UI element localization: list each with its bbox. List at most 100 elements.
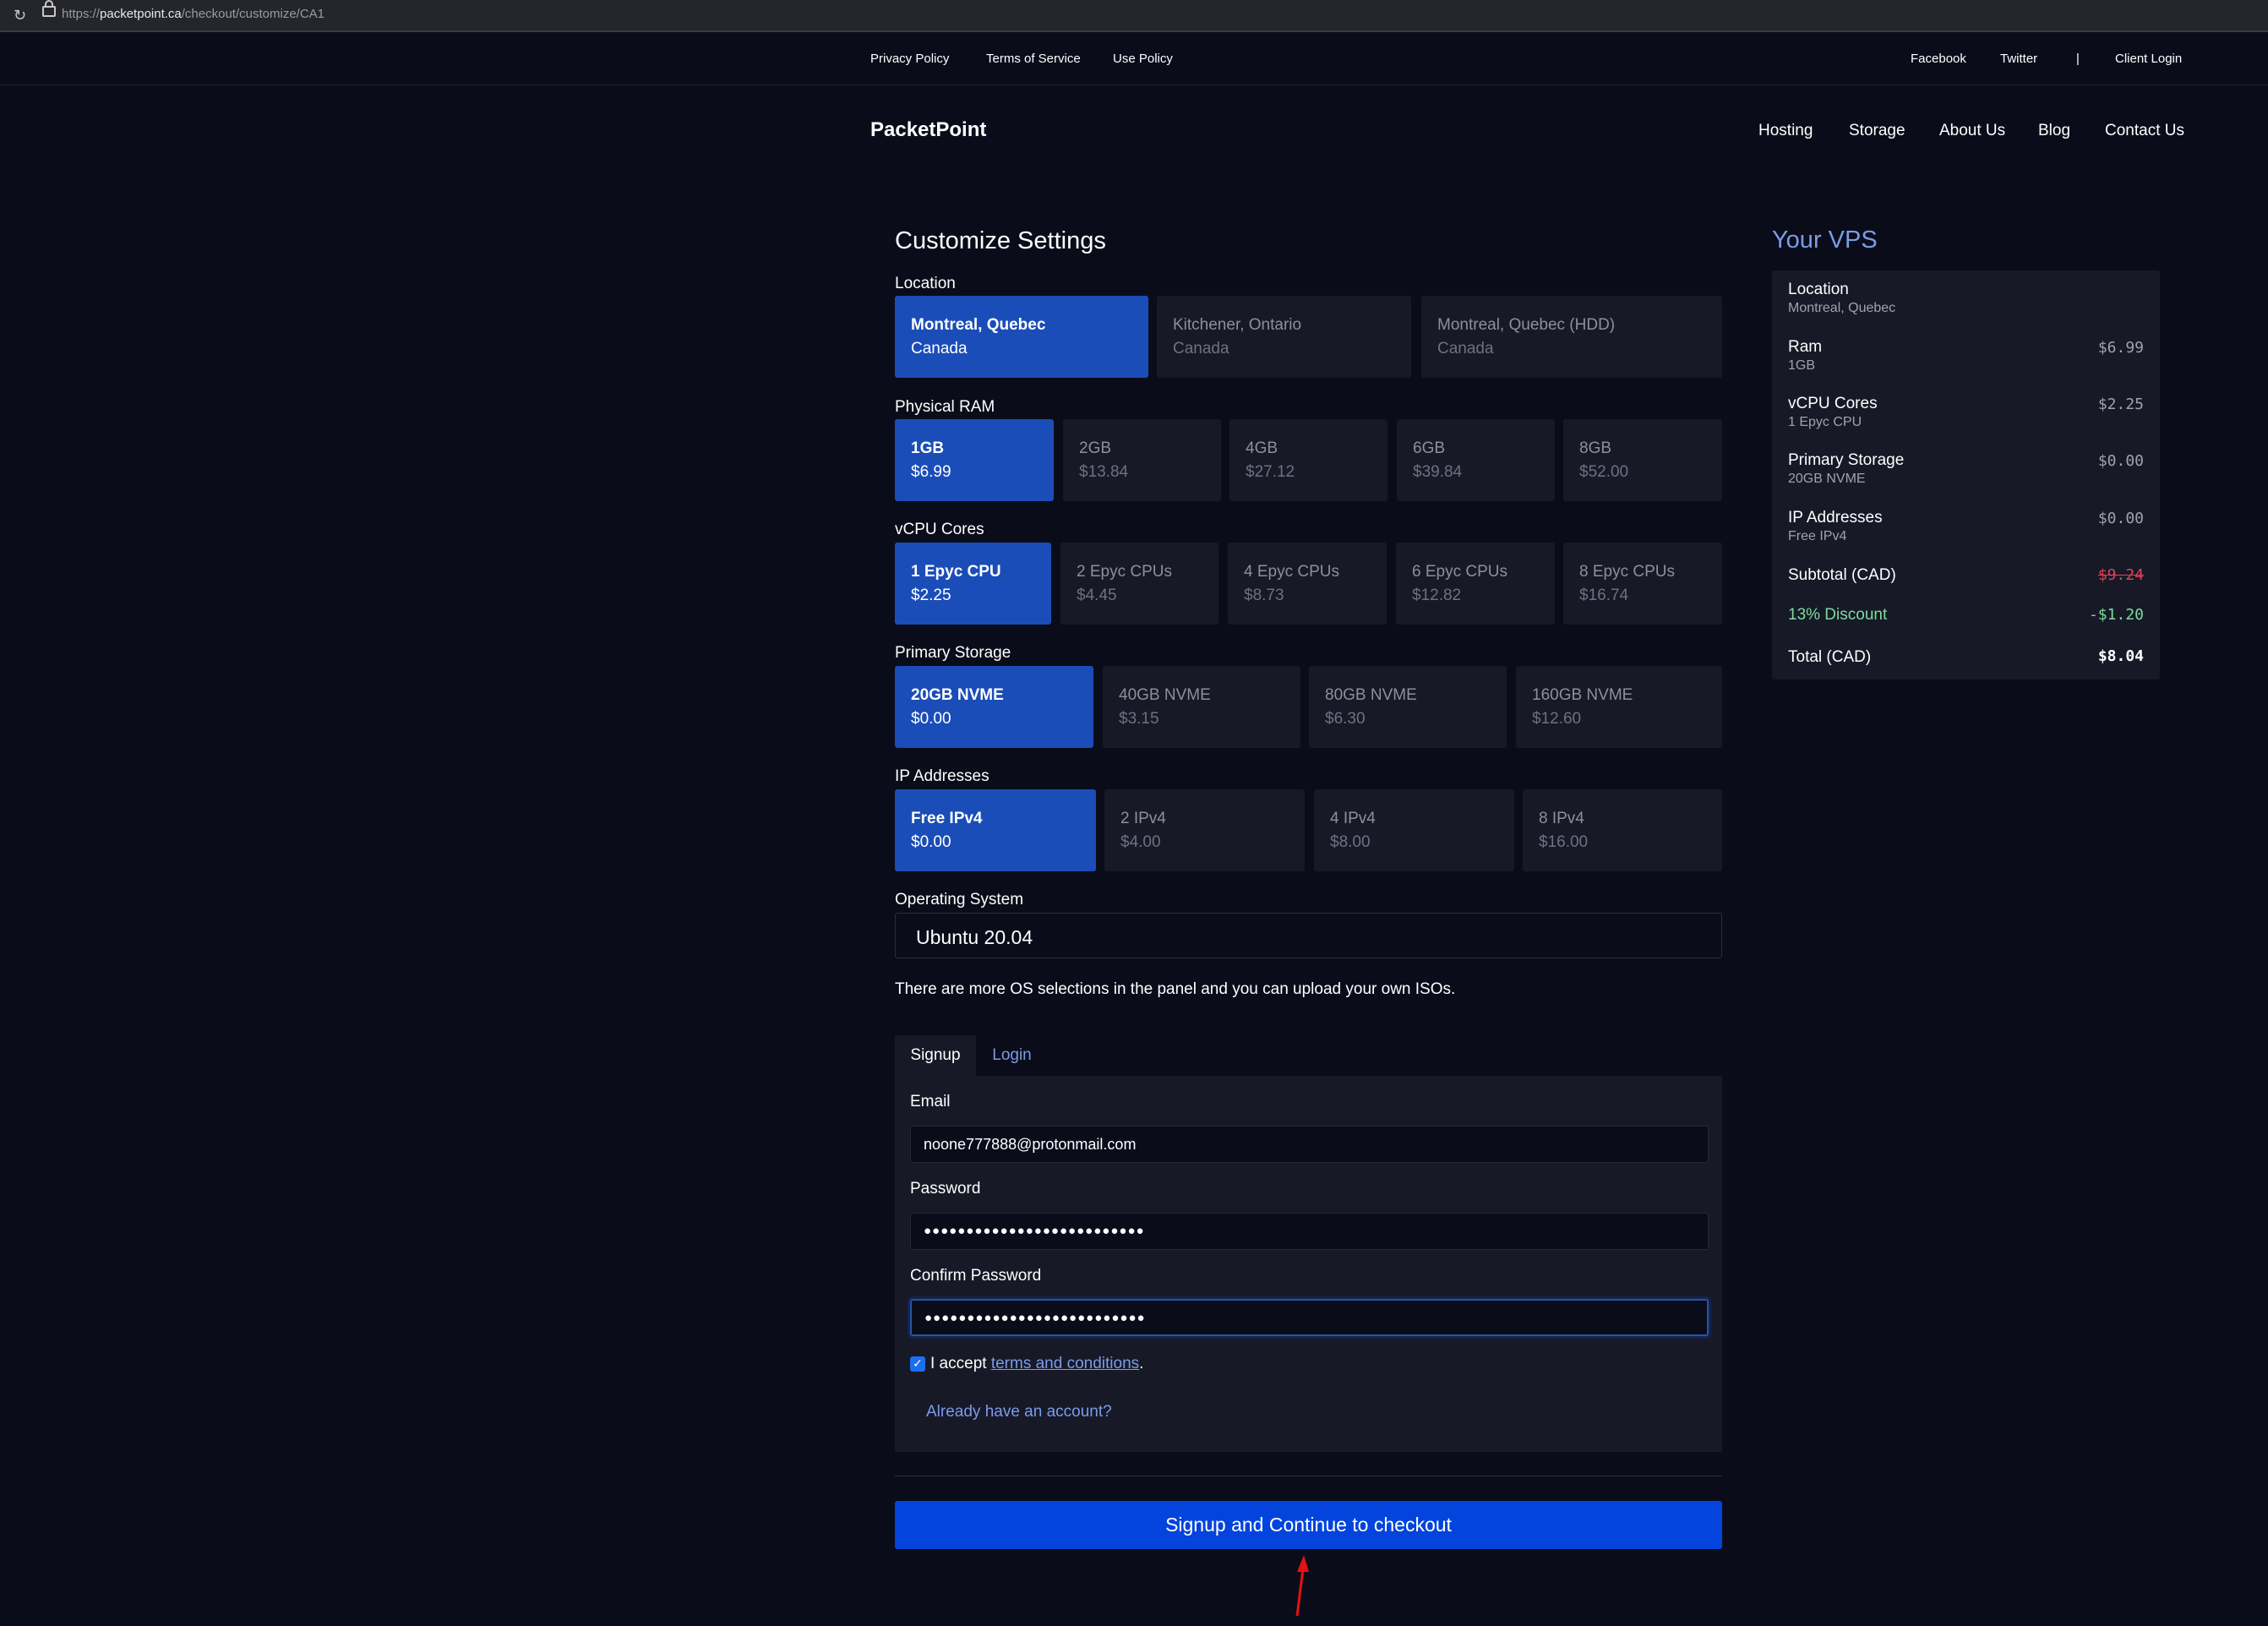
option-name: 80GB NVME — [1325, 686, 1417, 704]
client-login-link[interactable]: Client Login — [2115, 52, 2182, 66]
option-price: $12.60 — [1532, 710, 1582, 728]
option-name: 40GB NVME — [1119, 686, 1211, 704]
location-label: Location — [895, 275, 956, 292]
nav-contact-us[interactable]: Contact Us — [2105, 122, 2184, 140]
option-name: Montreal, Quebec — [911, 316, 1046, 334]
signup-continue-button[interactable]: Signup and Continue to checkout — [895, 1501, 1722, 1549]
summary-discount-price: -$1.20 — [2088, 606, 2144, 624]
storage-option-20gb[interactable]: 20GB NVME $0.00 — [895, 666, 1093, 748]
ram-option-8gb[interactable]: 8GB $52.00 — [1563, 419, 1722, 501]
storage-label: Primary Storage — [895, 644, 1011, 662]
option-price: $27.12 — [1246, 463, 1295, 481]
location-option-kitchener[interactable]: Kitchener, Ontario Canada — [1157, 296, 1411, 378]
use-policy-link[interactable]: Use Policy — [1113, 52, 1173, 66]
brand-logo[interactable]: PacketPoint — [870, 118, 986, 142]
option-name: 1 Epyc CPU — [911, 563, 1001, 581]
ip-option-free[interactable]: Free IPv4 $0.00 — [895, 789, 1096, 871]
privacy-policy-link[interactable]: Privacy Policy — [870, 52, 949, 66]
confirm-password-field[interactable]: ●●●●●●●●●●●●●●●●●●●●●●●●●● — [910, 1299, 1709, 1336]
option-name: 8 Epyc CPUs — [1579, 563, 1675, 581]
option-price: $6.30 — [1325, 710, 1366, 728]
browser-address-bar: ↻ https://packetpoint.ca/checkout/custom… — [0, 0, 2268, 32]
cpu-option-8[interactable]: 8 Epyc CPUs $16.74 — [1563, 543, 1722, 625]
signup-form: Email noone777888@protonmail.com Passwor… — [895, 1076, 1722, 1452]
terms-checkbox[interactable]: ✓ — [910, 1356, 925, 1372]
option-name: 8GB — [1579, 439, 1612, 457]
option-name: 8 IPv4 — [1539, 810, 1584, 827]
cpu-label: vCPU Cores — [895, 521, 984, 538]
option-price: $0.00 — [911, 710, 951, 728]
option-price: $39.84 — [1413, 463, 1463, 481]
twitter-link[interactable]: Twitter — [2000, 52, 2037, 66]
ram-option-1gb[interactable]: 1GB $6.99 — [895, 419, 1054, 501]
cpu-option-1[interactable]: 1 Epyc CPU $2.25 — [895, 543, 1051, 625]
summary-cpu: vCPU Cores 1 Epyc CPU — [1788, 395, 1878, 429]
red-arrow-annotation-icon — [1295, 1555, 1309, 1617]
ip-option-8[interactable]: 8 IPv4 $16.00 — [1523, 789, 1722, 871]
option-name: 6 Epyc CPUs — [1412, 563, 1507, 581]
nav-about-us[interactable]: About Us — [1939, 122, 2005, 140]
storage-option-40gb[interactable]: 40GB NVME $3.15 — [1103, 666, 1300, 748]
location-option-montreal-hdd[interactable]: Montreal, Quebec (HDD) Canada — [1421, 296, 1722, 378]
summary-cpu-price: $2.25 — [2097, 396, 2144, 413]
option-sub: Canada — [911, 340, 968, 357]
option-price: $4.45 — [1077, 587, 1117, 604]
option-name: 4 IPv4 — [1330, 810, 1376, 827]
tab-login[interactable]: Login — [980, 1035, 1044, 1076]
option-price: $13.84 — [1079, 463, 1129, 481]
summary-storage-price: $0.00 — [2097, 452, 2144, 470]
already-have-account-link[interactable]: Already have an account? — [926, 1403, 1112, 1421]
terms-of-service-link[interactable]: Terms of Service — [986, 52, 1081, 66]
ip-label: IP Addresses — [895, 767, 990, 785]
facebook-link[interactable]: Facebook — [1911, 52, 1966, 66]
cpu-option-6[interactable]: 6 Epyc CPUs $12.82 — [1396, 543, 1555, 625]
summary-storage: Primary Storage 20GB NVME — [1788, 451, 1905, 486]
ip-option-2[interactable]: 2 IPv4 $4.00 — [1104, 789, 1305, 871]
your-vps-title: Your VPS — [1772, 226, 1878, 254]
cpu-option-4[interactable]: 4 Epyc CPUs $8.73 — [1228, 543, 1387, 625]
ram-label: Physical RAM — [895, 398, 995, 416]
nav-hosting[interactable]: Hosting — [1758, 122, 1813, 140]
summary-ram-price: $6.99 — [2097, 339, 2144, 357]
summary-total-price: $8.04 — [2097, 647, 2144, 665]
option-price: $12.82 — [1412, 587, 1462, 604]
option-price: $2.25 — [911, 587, 951, 604]
nav-blog[interactable]: Blog — [2038, 122, 2070, 140]
customize-title: Customize Settings — [895, 227, 1106, 254]
ip-option-4[interactable]: 4 IPv4 $8.00 — [1314, 789, 1514, 871]
nav-storage[interactable]: Storage — [1849, 122, 1905, 140]
ram-option-4gb[interactable]: 4GB $27.12 — [1229, 419, 1388, 501]
option-price: $6.99 — [911, 463, 951, 481]
option-price: $8.00 — [1330, 833, 1371, 851]
summary-ip-price: $0.00 — [2097, 510, 2144, 527]
email-label: Email — [910, 1093, 951, 1110]
vps-summary: Location Montreal, Quebec Ram 1GB $6.99 … — [1772, 270, 2160, 679]
option-price: $16.00 — [1539, 833, 1589, 851]
summary-discount: 13% Discount — [1788, 606, 1888, 624]
terms-link[interactable]: terms and conditions — [991, 1355, 1139, 1372]
ram-option-2gb[interactable]: 2GB $13.84 — [1063, 419, 1221, 501]
ram-option-6gb[interactable]: 6GB $39.84 — [1397, 419, 1555, 501]
reload-icon[interactable]: ↻ — [14, 7, 26, 25]
confirm-password-label: Confirm Password — [910, 1267, 1042, 1285]
password-field[interactable]: ●●●●●●●●●●●●●●●●●●●●●●●●●● — [910, 1213, 1709, 1250]
summary-total: Total (CAD) — [1788, 648, 1872, 666]
option-price: $16.74 — [1579, 587, 1629, 604]
cpu-option-2[interactable]: 2 Epyc CPUs $4.45 — [1060, 543, 1219, 625]
summary-location: Location Montreal, Quebec — [1788, 281, 1896, 315]
option-price: $52.00 — [1579, 463, 1629, 481]
location-option-montreal[interactable]: Montreal, Quebec Canada — [895, 296, 1148, 378]
storage-option-160gb[interactable]: 160GB NVME $12.60 — [1516, 666, 1722, 748]
tab-signup[interactable]: Signup — [895, 1035, 976, 1076]
top-utility-bar: Privacy Policy Terms of Service Use Poli… — [0, 32, 2268, 85]
storage-option-80gb[interactable]: 80GB NVME $6.30 — [1309, 666, 1507, 748]
option-price: $3.15 — [1119, 710, 1159, 728]
os-select[interactable]: Ubuntu 20.04 — [895, 913, 1722, 958]
email-field[interactable]: noone777888@protonmail.com — [910, 1126, 1709, 1163]
password-label: Password — [910, 1180, 981, 1198]
option-name: Montreal, Quebec (HDD) — [1437, 316, 1616, 334]
separator: | — [2076, 52, 2080, 66]
url-field[interactable]: https://packetpoint.ca/checkout/customiz… — [62, 7, 324, 21]
option-name: Kitchener, Ontario — [1173, 316, 1302, 334]
option-sub: Canada — [1437, 340, 1494, 357]
